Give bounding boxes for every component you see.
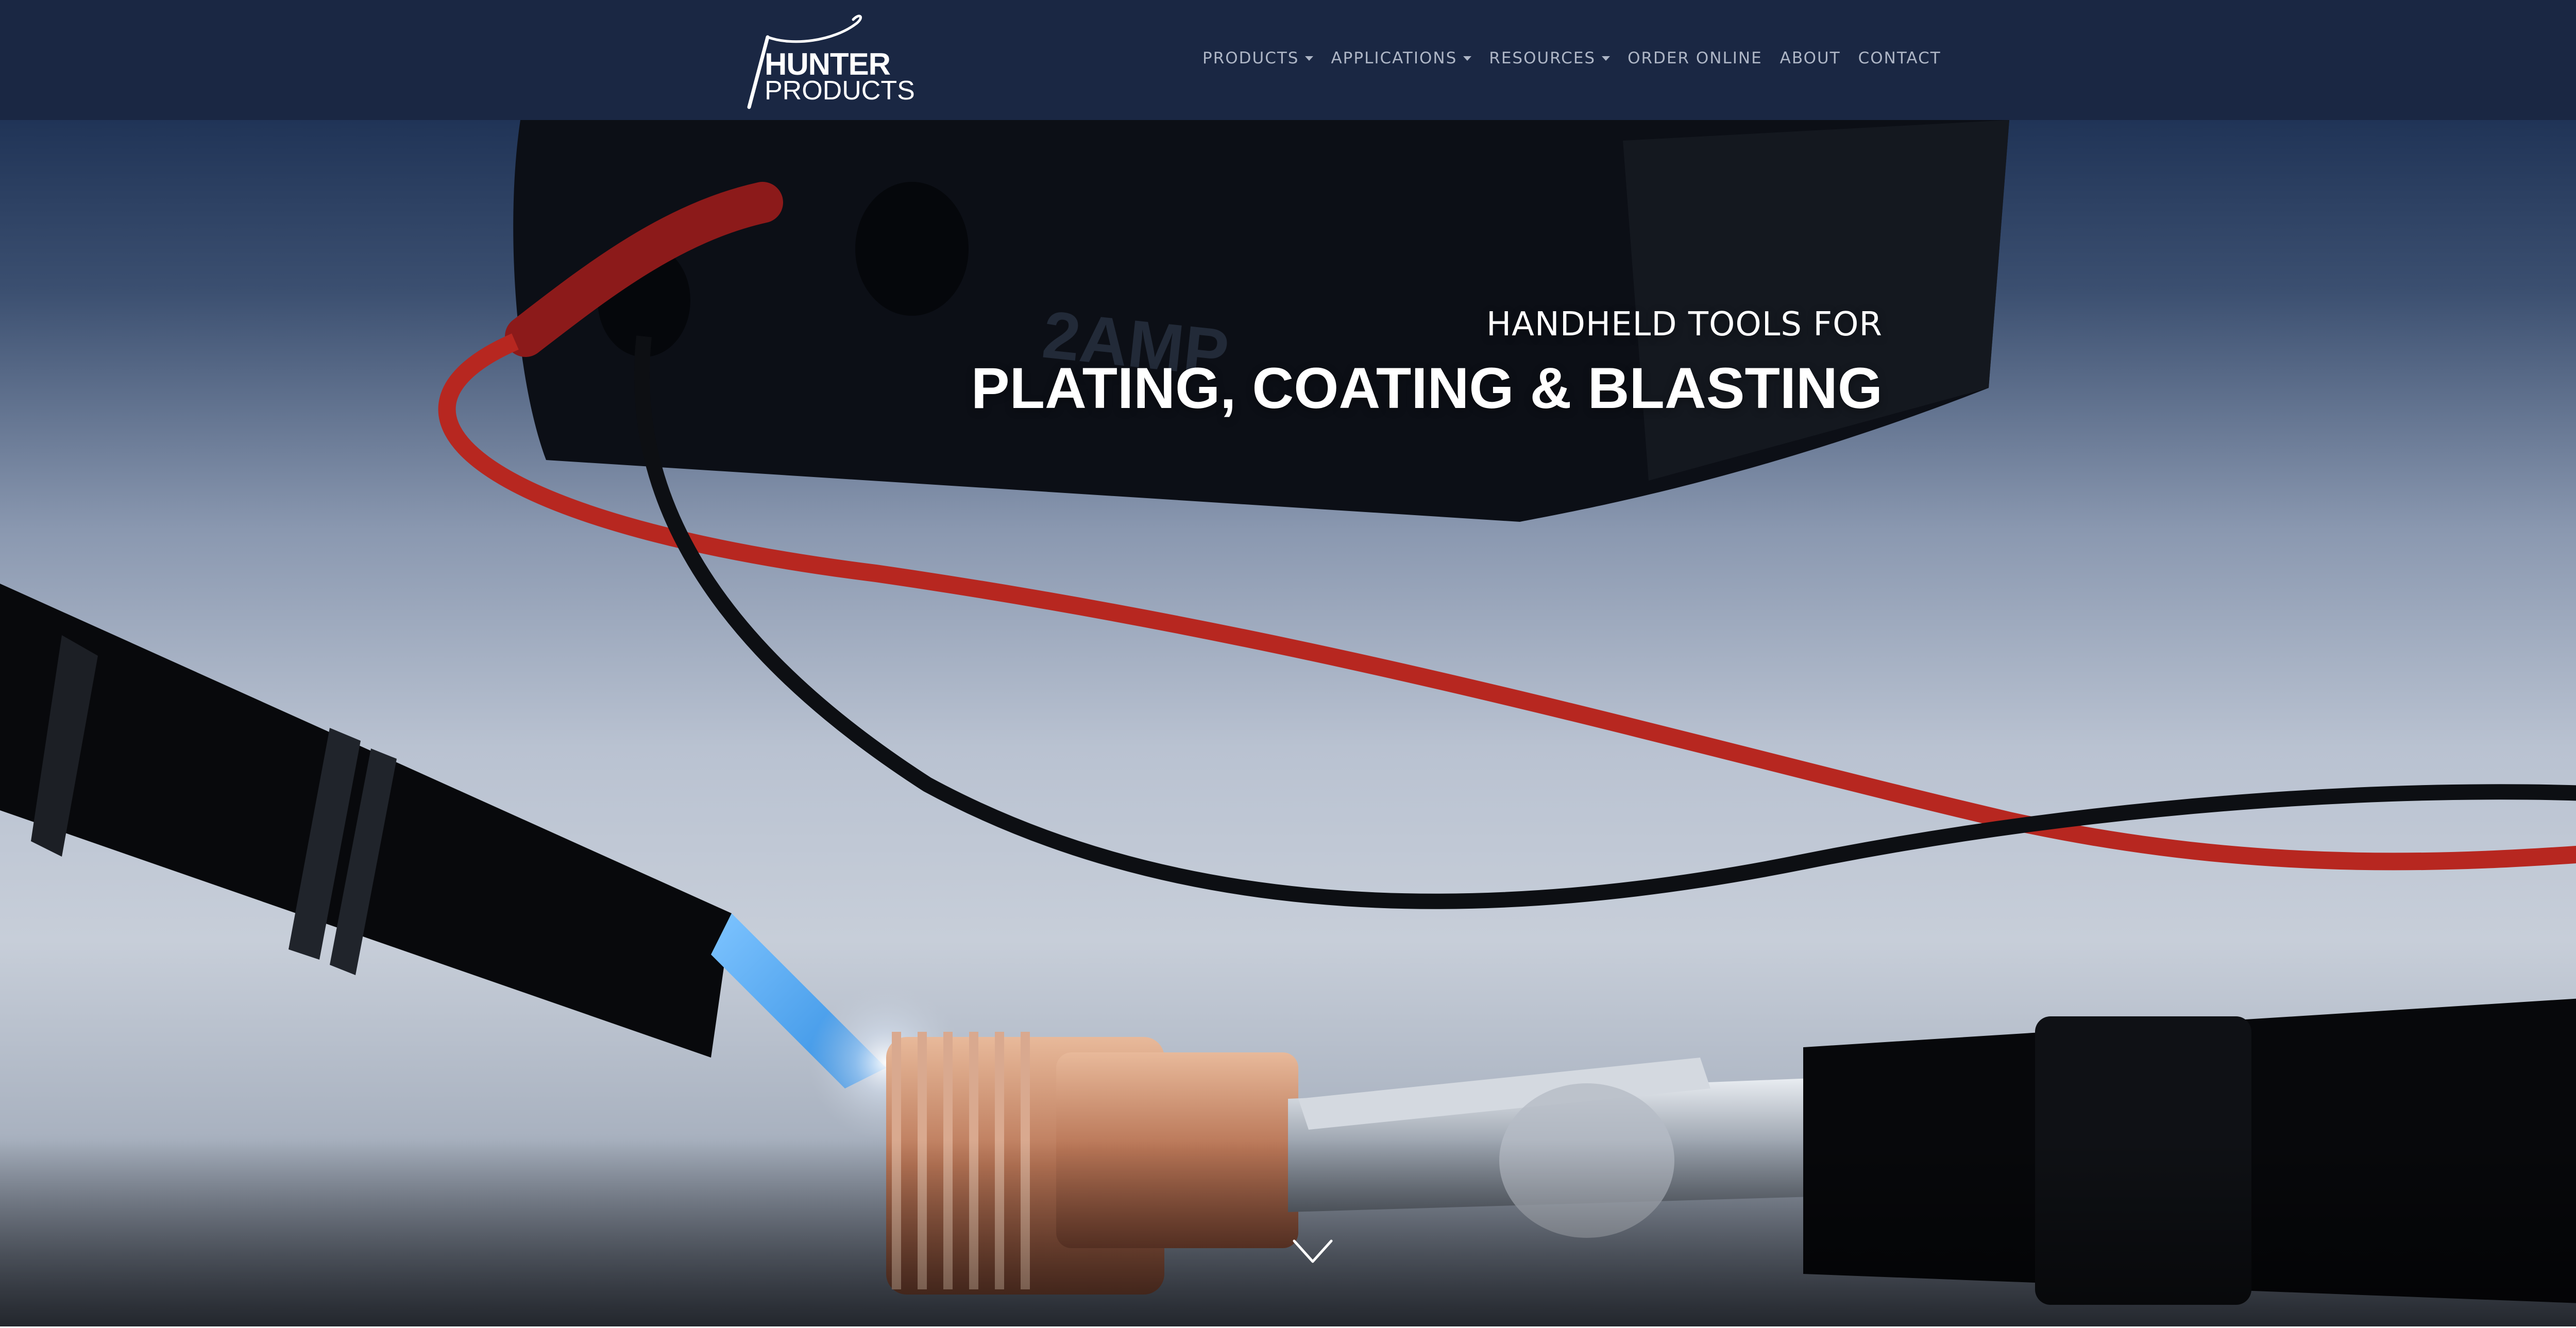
nav-item-label: ABOUT bbox=[1780, 49, 1841, 67]
hero-banner: 2AMP HANDHELD TOOLS FOR PLATING, COATING… bbox=[0, 120, 2576, 1326]
nav-item-label: RESOURCES bbox=[1489, 49, 1596, 67]
hero-title: PLATING, COATING & BLASTING bbox=[971, 356, 1883, 420]
main-nav: PRODUCTS APPLICATIONS RESOURCES ORDER ON… bbox=[1202, 49, 1959, 67]
chevron-down-icon bbox=[1293, 1239, 1333, 1263]
nav-item-label: ORDER ONLINE bbox=[1628, 49, 1762, 67]
hero-background-image: 2AMP bbox=[0, 120, 2576, 1326]
caret-down-icon bbox=[1602, 56, 1611, 61]
scroll-down-button[interactable] bbox=[1292, 1237, 1333, 1268]
caret-down-icon bbox=[1463, 56, 1472, 61]
nav-item-label: PRODUCTS bbox=[1202, 49, 1299, 67]
caret-down-icon bbox=[1305, 56, 1314, 61]
nav-item-about[interactable]: ABOUT bbox=[1780, 49, 1841, 67]
nav-item-applications[interactable]: APPLICATIONS bbox=[1331, 49, 1472, 67]
nav-item-products[interactable]: PRODUCTS bbox=[1202, 49, 1314, 67]
brand-name-line2: PRODUCTS bbox=[765, 76, 915, 106]
brand-logo[interactable]: HUNTER PRODUCTS bbox=[736, 10, 915, 113]
nav-item-label: CONTACT bbox=[1858, 49, 1941, 67]
top-navbar: HUNTER PRODUCTS PRODUCTS APPLICATIONS RE… bbox=[0, 0, 2576, 120]
nav-item-order-online[interactable]: ORDER ONLINE bbox=[1628, 49, 1762, 67]
nav-item-contact[interactable]: CONTACT bbox=[1858, 49, 1941, 67]
nav-item-label: APPLICATIONS bbox=[1331, 49, 1458, 67]
nav-item-resources[interactable]: RESOURCES bbox=[1489, 49, 1611, 67]
hero-subtitle: HANDHELD TOOLS FOR bbox=[1486, 305, 1883, 344]
hero-heading-block: HANDHELD TOOLS FOR PLATING, COATING & BL… bbox=[971, 305, 1883, 421]
